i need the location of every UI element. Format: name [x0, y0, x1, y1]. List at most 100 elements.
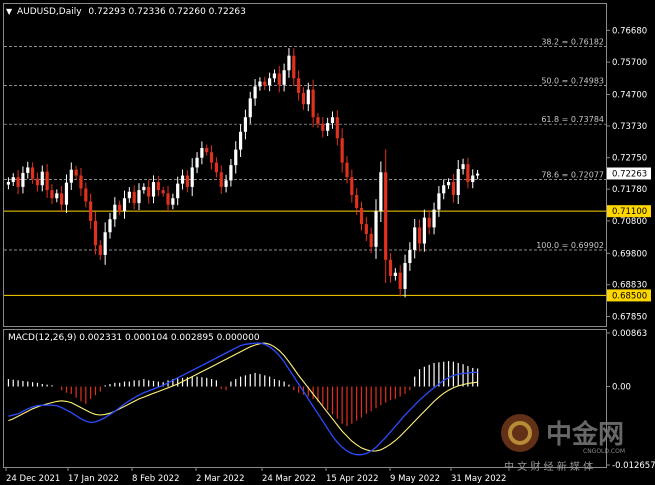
candle-body: [253, 86, 257, 99]
price-tick-label: 0.76680: [612, 26, 647, 36]
macd-lines: [8, 342, 478, 456]
candle-body: [427, 217, 431, 228]
candle-body: [471, 175, 475, 183]
time-tick-label: 8 Feb 2022: [132, 474, 180, 484]
price-panel-frame: [3, 3, 607, 327]
candle-body: [84, 188, 88, 202]
candle-body: [214, 162, 218, 173]
candle-body: [45, 171, 49, 191]
watermark-tagline: 中 文 财 经 新 媒 体: [504, 460, 593, 473]
candle-body: [475, 173, 480, 176]
candle-body: [40, 171, 44, 186]
time-tick-label: 17 Jan 2022: [68, 474, 119, 484]
candle-body: [461, 164, 465, 170]
macd-signal-line: [8, 342, 478, 452]
level-price-label: 0.68500: [612, 291, 647, 301]
candle-body: [282, 70, 286, 85]
candle-body: [272, 73, 277, 79]
time-tick-label: 9 May 2022: [390, 474, 440, 484]
trading-chart[interactable]: 38.2 = 0.76182 50.0 = 0.74983 61.8 = 0.737…: [0, 0, 655, 485]
candle-body: [98, 245, 102, 255]
time-axis: 24 Dec 2021 17 Jan 2022 8 Feb 2022 2 Mar 20…: [5, 467, 506, 484]
candle-body: [122, 198, 127, 212]
macd-main-line: [8, 342, 478, 456]
candle-body: [451, 182, 455, 195]
candle-body: [238, 131, 243, 150]
candle-body: [345, 162, 349, 178]
candle-body: [437, 193, 441, 210]
watermark-domain: CNGOLD.COM: [583, 448, 625, 455]
candle-body: [287, 55, 291, 71]
candle-body: [330, 117, 335, 124]
candle-body: [113, 204, 117, 220]
candle-body: [185, 175, 189, 187]
candle-body: [422, 217, 426, 244]
fib-label: 38.2 = 0.76182: [541, 38, 604, 47]
candle-body: [277, 73, 281, 85]
candle-body: [350, 177, 354, 195]
candle-body: [442, 185, 446, 194]
fib-levels: 38.2 = 0.76182 50.0 = 0.74983 61.8 = 0.737…: [4, 38, 606, 251]
candle-body: [263, 81, 267, 86]
candle-body: [335, 117, 339, 139]
candle-body: [417, 227, 422, 244]
candle-body: [311, 89, 315, 118]
macd-histogram: [7, 361, 479, 427]
price-tick-label: 0.70800: [612, 217, 647, 227]
macd-tick-label: 0.00: [612, 383, 631, 393]
candle-body: [393, 272, 397, 276]
candle-body: [26, 167, 30, 173]
candle-body: [326, 123, 330, 131]
price-tick-label: 0.67850: [612, 312, 647, 322]
candle-body: [79, 175, 83, 189]
candle-body: [205, 147, 209, 153]
candle-body: [359, 207, 364, 225]
candle-body: [93, 220, 98, 246]
candle-body: [209, 152, 214, 163]
candle-body: [16, 177, 20, 187]
symbol-menu-icon[interactable]: ▼: [6, 7, 13, 16]
candle-body: [156, 182, 160, 191]
candle-body: [166, 193, 170, 205]
candle-body: [316, 117, 320, 124]
watermark-cn: 中金网: [546, 419, 624, 450]
candle-body: [379, 172, 383, 212]
candle-body: [35, 178, 40, 186]
candle-body: [355, 194, 359, 208]
time-tick-label: 15 Apr 2022: [326, 474, 379, 484]
candle-body: [6, 182, 11, 185]
candle-body: [50, 190, 54, 199]
candle-body: [301, 92, 306, 105]
current-price-label: 0.72263: [612, 169, 647, 179]
candle-body: [248, 98, 252, 118]
candle-body: [292, 55, 296, 79]
candle-body: [388, 259, 393, 276]
price-axis: 0.76680 0.75700 0.74700 0.73730 0.72750 0.717…: [607, 26, 655, 471]
candle-body: [89, 201, 93, 221]
candle-body: [195, 157, 199, 168]
price-tick-label: 0.74700: [612, 91, 647, 101]
candle-body: [55, 193, 59, 199]
candle-body: [403, 263, 407, 289]
candle-body: [103, 232, 107, 255]
time-tick-label: 24 Dec 2021: [6, 474, 60, 484]
candle-body: [432, 209, 436, 228]
candle-body: [446, 182, 451, 186]
candle-body: [31, 167, 35, 179]
candle-body: [137, 190, 141, 204]
time-tick-label: 31 May 2022: [451, 474, 506, 484]
candle-body: [127, 191, 131, 199]
candle-body: [413, 227, 417, 251]
macd-title: MACD(12,26,9) 0.002331 0.000104 0.002895…: [8, 333, 260, 343]
price-tick-label: 0.73730: [612, 122, 647, 132]
fib-label: 78.6 = 0.72077: [541, 171, 604, 180]
candle-body: [219, 172, 223, 187]
candle-body: [147, 186, 151, 197]
candle-body: [190, 167, 194, 187]
candle-body: [108, 219, 112, 233]
cngold-logo-icon: [501, 414, 539, 452]
candle-body: [11, 177, 15, 183]
candle-body: [161, 190, 165, 194]
candle-body: [21, 172, 25, 187]
candle-body: [118, 204, 122, 212]
